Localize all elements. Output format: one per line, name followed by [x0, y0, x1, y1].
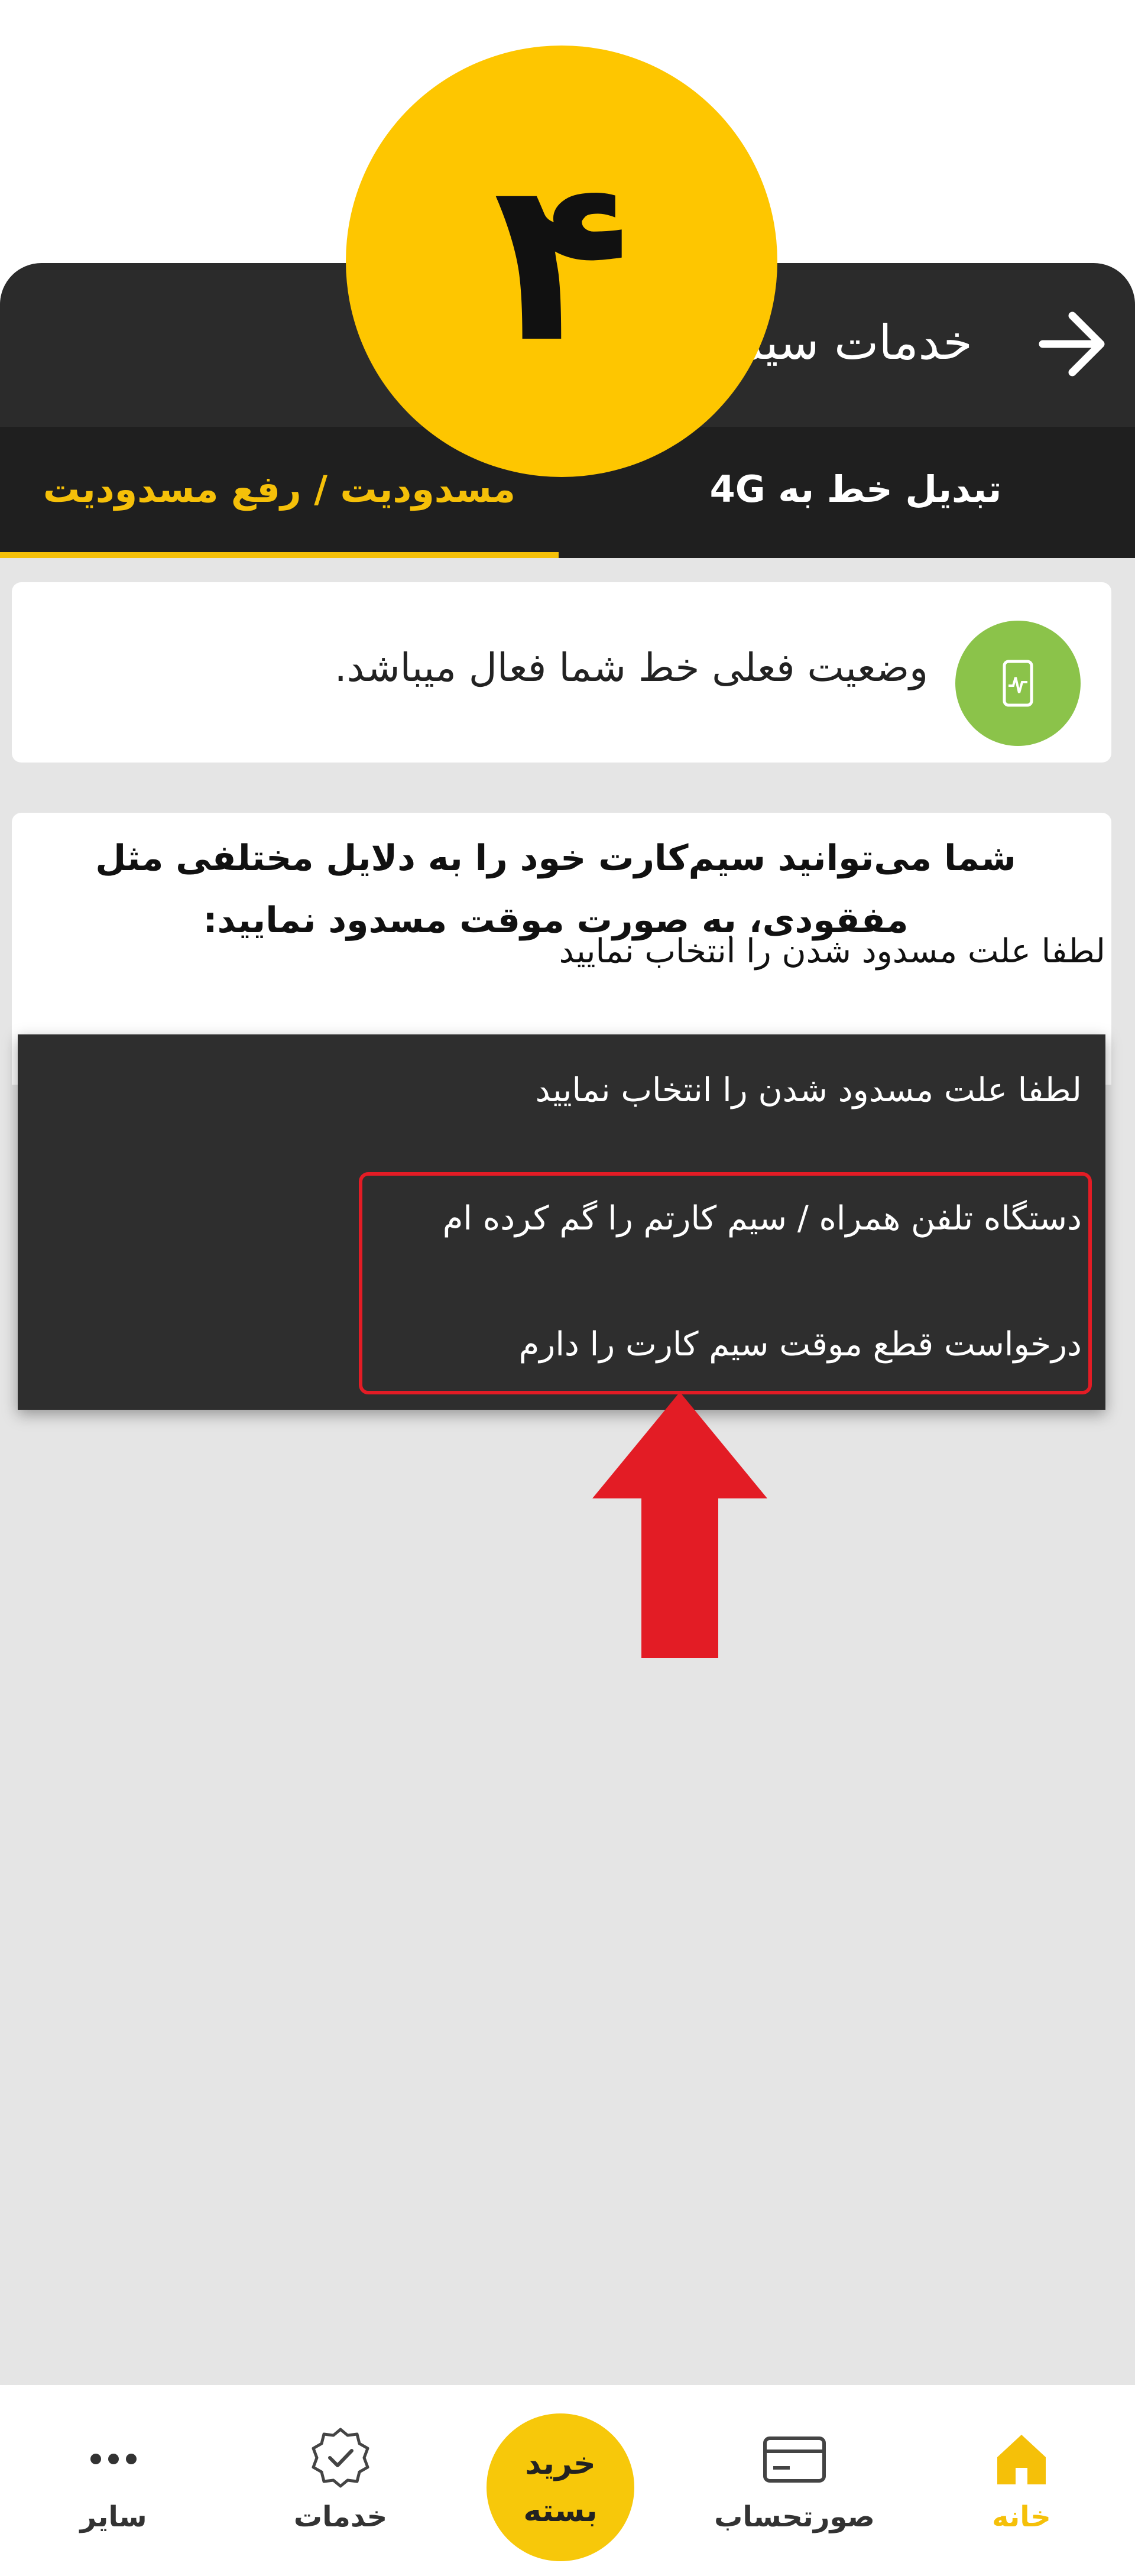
check-badge-icon: [302, 2423, 379, 2494]
nav-home[interactable]: خانه: [908, 2385, 1135, 2576]
step-number: ۴: [493, 130, 630, 392]
app-screen: خدمات سیم‌کارت تبدیل خط به 4G مسدودیت / …: [0, 263, 1135, 2576]
active-tab-indicator: [0, 552, 559, 558]
nav-services-label: خدمات: [293, 2500, 388, 2533]
line-status-card: وضعیت فعلی خط شما فعال میباشد.: [12, 582, 1111, 763]
arrow-right-icon: [1039, 312, 1105, 377]
nav-home-label: خانه: [992, 2500, 1051, 2533]
bottom-navigation: خانه صورتحساب خرید بسته خدمات سایر: [0, 2385, 1135, 2576]
nav-more[interactable]: سایر: [0, 2385, 227, 2576]
nav-services[interactable]: خدمات: [227, 2385, 454, 2576]
more-dots-icon: [75, 2423, 152, 2494]
buy-button-line-1: خرید: [525, 2446, 596, 2481]
step-number-badge: ۴: [346, 46, 777, 477]
buy-package-button[interactable]: خرید بسته: [487, 2413, 634, 2561]
line-status-text: وضعیت فعلی خط شما فعال میباشد.: [334, 645, 928, 690]
nav-bill-label: صورتحساب: [714, 2500, 875, 2533]
nav-bill[interactable]: صورتحساب: [681, 2385, 908, 2576]
red-arrow-up-icon: [592, 1392, 767, 1658]
reason-select-label[interactable]: لطفا علت مسدود شدن را انتخاب نمایید: [559, 922, 1105, 981]
back-button[interactable]: [1036, 306, 1113, 382]
home-icon: [983, 2423, 1060, 2494]
highlight-box: [359, 1172, 1092, 1394]
card-icon: [756, 2423, 833, 2494]
dropdown-option-placeholder[interactable]: لطفا علت مسدود شدن را انتخاب نمایید: [536, 1058, 1082, 1123]
nav-more-label: سایر: [80, 2500, 147, 2533]
phone-status-icon: [955, 621, 1081, 746]
buy-button-line-2: بسته: [523, 2493, 598, 2529]
